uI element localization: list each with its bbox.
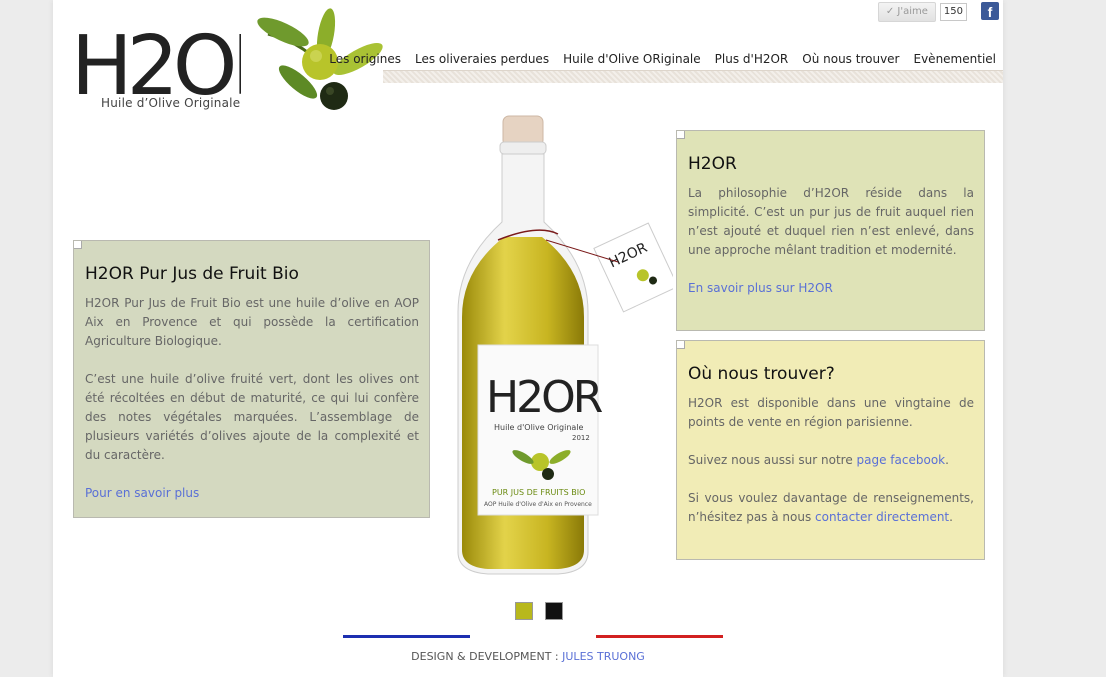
nav-item-plus-h2or[interactable]: Plus d'H2OR: [715, 52, 789, 66]
flag-white: [469, 635, 597, 638]
bottle-brand: H2OR: [486, 372, 603, 423]
where-box-title: Où nous trouver?: [688, 364, 835, 384]
like-button[interactable]: ✓ J'aime: [877, 2, 936, 22]
like-count: 150: [939, 3, 967, 21]
bottle-subtitle: Huile d'Olive Originale: [494, 423, 584, 432]
credits-prefix: DESIGN & DEVELOPMENT :: [411, 650, 563, 663]
where-box-p2-suffix: .: [945, 453, 949, 467]
bottle-line-2: AOP Huile d'Olive d'Aix en Provence: [484, 501, 592, 508]
flag-blue: [343, 635, 470, 638]
nav-item-evenementiel[interactable]: Evènementiel: [914, 52, 997, 66]
where-to-find-box: Où nous trouver? H2OR est disponible dan…: [676, 340, 985, 560]
credits-author-link[interactable]: JULES TRUONG: [562, 650, 645, 663]
nav-item-ou-nous-trouver[interactable]: Où nous trouver: [802, 52, 899, 66]
product-more-link[interactable]: Pour en savoir plus: [85, 486, 199, 500]
like-label: J'aime: [897, 6, 928, 17]
site-logo[interactable]: H2OR Huile d’Olive Originale: [71, 6, 241, 116]
logo-subtitle: Huile d’Olive Originale: [101, 96, 241, 110]
product-box-paragraph-1: H2OR Pur Jus de Fruit Bio est une huile …: [85, 296, 419, 348]
main-nav: Les origines Les oliveraies perdues Huil…: [329, 52, 996, 66]
bottle-year: 2012: [572, 434, 590, 442]
nav-decor-strip: [383, 70, 1003, 83]
nav-item-huile-olive-originale[interactable]: Huile d'Olive ORiginale: [563, 52, 701, 66]
facebook-like-widget: ✓ J'aime 150: [877, 2, 967, 22]
box-corner: [677, 341, 685, 349]
h2or-logo-mark: H2OR: [71, 19, 241, 98]
facebook-page-link[interactable]: page facebook: [857, 453, 946, 467]
where-box-paragraph-2: Suivez nous aussi sur notre page faceboo…: [688, 451, 974, 470]
slider-dots: [515, 602, 563, 620]
product-box-paragraph-2: C’est une huile d’olive fruité vert, don…: [85, 372, 419, 462]
facebook-icon[interactable]: f: [981, 2, 999, 20]
olive-oil-bottle-image: H2OR Huile d'Olive Originale 2012 PUR JU…: [457, 115, 673, 575]
footer-credits: DESIGN & DEVELOPMENT : JULES TRUONG: [53, 650, 1003, 663]
where-box-p3-suffix: .: [949, 510, 953, 524]
where-box-p2-text: Suivez nous aussi sur notre: [688, 453, 857, 467]
slider-dot-1[interactable]: [515, 602, 533, 620]
philosophy-box-paragraph: La philosophie d’H2OR réside dans la sim…: [688, 186, 974, 257]
product-box-title: H2OR Pur Jus de Fruit Bio: [85, 264, 299, 284]
bottle-line-1: PUR JUS DE FRUITS BIO: [492, 488, 585, 497]
where-box-paragraph-1: H2OR est disponible dans une vingtaine d…: [688, 396, 974, 429]
box-corner: [74, 241, 82, 249]
philosophy-box-title: H2OR: [688, 154, 737, 174]
philosophy-more-link[interactable]: En savoir plus sur H2OR: [688, 281, 833, 295]
slider-dot-2[interactable]: [545, 602, 563, 620]
logo-text: H2OR: [71, 19, 241, 98]
nav-item-les-origines[interactable]: Les origines: [329, 52, 401, 66]
page: H2OR Huile d’Olive Originale ✓ J'aime 15…: [53, 0, 1003, 677]
box-corner: [677, 131, 685, 139]
nav-item-oliveraies-perdues[interactable]: Les oliveraies perdues: [415, 52, 549, 66]
where-box-paragraph-3: Si vous voulez davantage de renseignemen…: [688, 489, 974, 527]
product-info-box: H2OR Pur Jus de Fruit Bio H2OR Pur Jus d…: [73, 240, 430, 518]
philosophy-box: H2OR La philosophie d’H2OR réside dans l…: [676, 130, 985, 331]
contact-link[interactable]: contacter directement: [815, 510, 949, 524]
french-flag-line: [343, 635, 724, 638]
flag-red: [596, 635, 724, 638]
